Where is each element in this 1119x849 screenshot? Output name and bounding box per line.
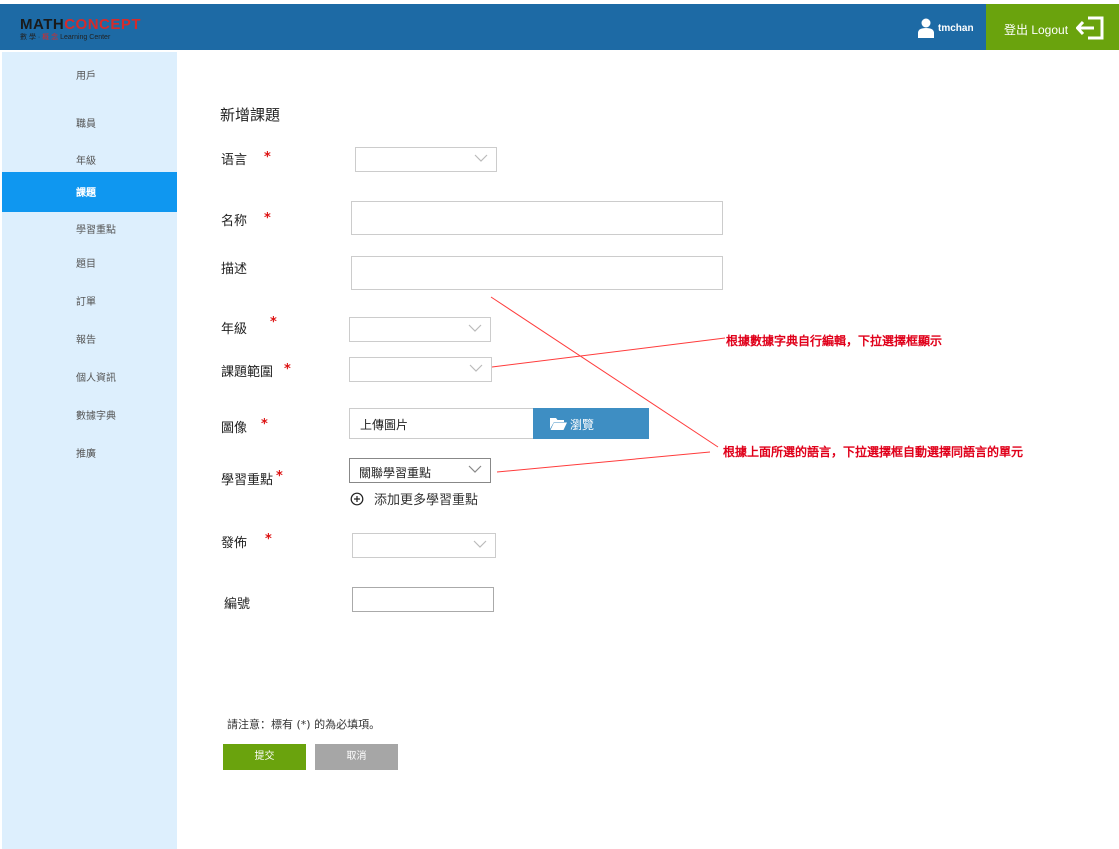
annotation-note-language: 根據上面所選的語言，下拉選擇框自動選擇同語言的單元 [723, 445, 1024, 459]
annotation-lines [490, 296, 726, 473]
annotation-note-dictionary: 根據數據字典自行編輯，下拉選擇框顯示 [726, 334, 943, 348]
